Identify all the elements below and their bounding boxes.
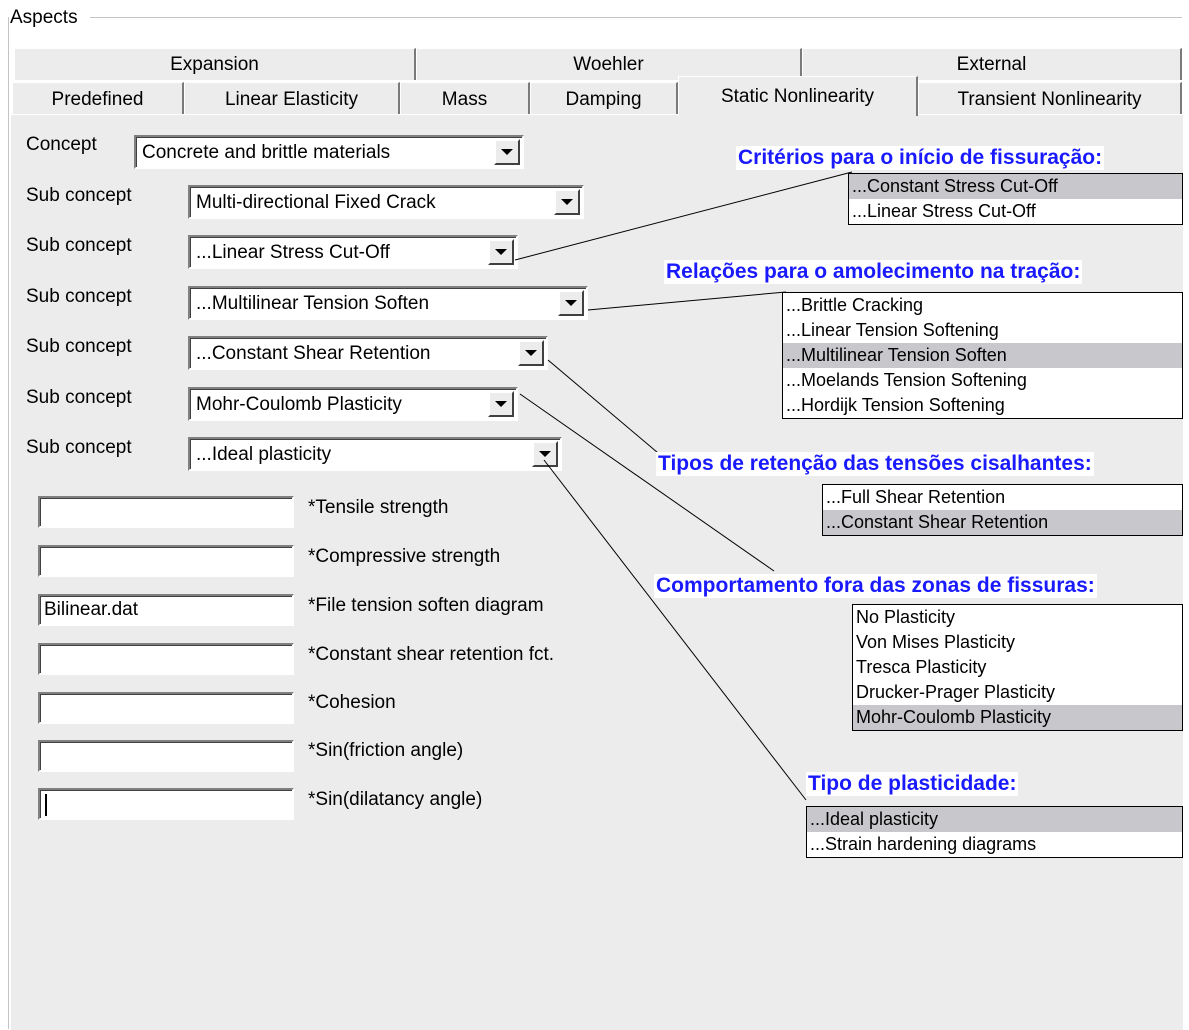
annotation-title: Comportamento fora das zonas de fissuras… <box>654 574 1097 598</box>
list-item: Drucker-Prager Plasticity <box>856 682 1056 702</box>
option-list: ...Ideal plasticity ...Strain hardening … <box>806 806 1183 858</box>
connector-line <box>514 171 853 261</box>
annotation-title: Relações para o amolecimento na tração: <box>664 260 1083 284</box>
option-list: ...Constant Stress Cut-Off ...Linear Str… <box>848 173 1183 225</box>
list-item: ...Hordijk Tension Softening <box>786 395 1005 415</box>
list-item: No Plasticity <box>856 607 956 627</box>
list-item: ...Constant Shear Retention <box>823 510 1182 535</box>
list-item: ...Full Shear Retention <box>826 487 1006 507</box>
list-item: ...Multilinear Tension Soften <box>783 343 1182 368</box>
connector-line <box>519 393 775 572</box>
annotation-title: Tipo de plasticidade: <box>806 772 1019 796</box>
list-item: ...Linear Tension Softening <box>786 320 999 340</box>
option-list: ...Brittle Cracking ...Linear Tension So… <box>782 292 1183 419</box>
option-list: ...Full Shear Retention ...Constant Shea… <box>822 484 1183 536</box>
list-item: ...Constant Stress Cut-Off <box>849 174 1182 199</box>
option-list: No Plasticity Von Mises Plasticity Tresc… <box>852 604 1183 731</box>
list-item: ...Ideal plasticity <box>807 807 1182 832</box>
list-item: ...Linear Stress Cut-Off <box>852 201 1036 221</box>
connector-line <box>547 359 665 459</box>
list-item: ...Strain hardening diagrams <box>810 834 1037 854</box>
annotation-title: Tipos de retenção das tensões cisalhante… <box>656 452 1094 476</box>
list-item: Tresca Plasticity <box>856 657 987 677</box>
list-item: Mohr-Coulomb Plasticity <box>853 705 1182 730</box>
list-item: Von Mises Plasticity <box>856 632 1016 652</box>
connector-line <box>587 291 787 311</box>
tab-static-nonlinearity[interactable]: Static Nonlinearity <box>678 76 918 116</box>
connector-line <box>543 459 807 801</box>
annotation-title: Critérios para o início de fissuração: <box>736 146 1105 170</box>
list-item: ...Moelands Tension Softening <box>786 370 1027 390</box>
list-item: ...Brittle Cracking <box>786 295 924 315</box>
